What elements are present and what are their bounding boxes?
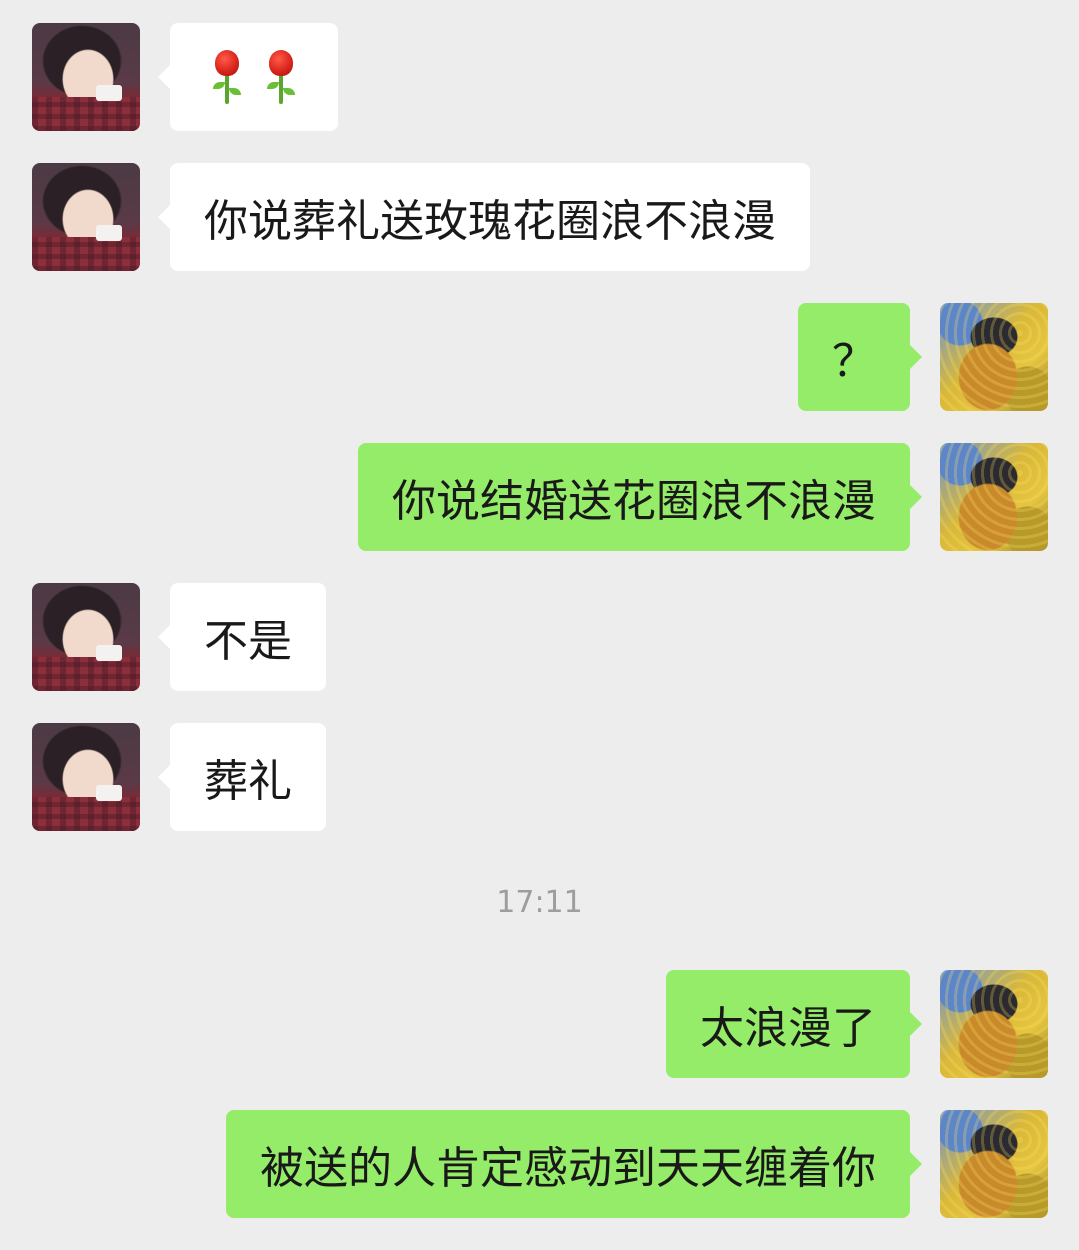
message-row-outgoing: 被送的人肯定感动到天天缠着你	[0, 1110, 1079, 1218]
contact-avatar[interactable]	[32, 163, 140, 271]
contact-avatar[interactable]	[32, 23, 140, 131]
user-avatar[interactable]	[940, 303, 1048, 411]
user-avatar[interactable]	[940, 443, 1048, 551]
message-row-incoming: 不是	[0, 583, 1079, 691]
user-avatar[interactable]	[940, 1110, 1048, 1218]
message-row-incoming: 你说葬礼送玫瑰花圈浪不浪漫	[0, 163, 1079, 271]
message-bubble[interactable]: 你说葬礼送玫瑰花圈浪不浪漫	[158, 163, 810, 271]
message-bubble[interactable]: ？	[798, 303, 922, 411]
message-text: 你说葬礼送玫瑰花圈浪不浪漫	[204, 196, 776, 247]
rose-emoji-icon	[210, 50, 244, 104]
message-text: ？	[832, 336, 876, 387]
message-bubble-emoji[interactable]	[158, 23, 338, 131]
message-text: 被送的人肯定感动到天天缠着你	[260, 1143, 876, 1194]
message-row-incoming	[0, 23, 1079, 131]
message-text: 不是	[204, 616, 292, 667]
message-row-outgoing: 太浪漫了	[0, 970, 1079, 1078]
message-bubble[interactable]: 被送的人肯定感动到天天缠着你	[226, 1110, 922, 1218]
message-bubble[interactable]: 不是	[158, 583, 326, 691]
contact-avatar[interactable]	[32, 583, 140, 691]
message-text: 太浪漫了	[700, 1003, 876, 1054]
message-row-outgoing: ？	[0, 303, 1079, 411]
message-timestamp: 17:11	[496, 885, 583, 920]
contact-avatar[interactable]	[32, 723, 140, 831]
message-row-outgoing: 你说结婚送花圈浪不浪漫	[0, 443, 1079, 551]
message-row-incoming: 葬礼	[0, 723, 1079, 831]
user-avatar[interactable]	[940, 970, 1048, 1078]
rose-emoji-icon	[264, 50, 298, 104]
message-text: 葬礼	[204, 756, 292, 807]
message-bubble[interactable]: 太浪漫了	[666, 970, 922, 1078]
message-text: 你说结婚送花圈浪不浪漫	[392, 476, 876, 527]
message-bubble[interactable]: 葬礼	[158, 723, 326, 831]
message-bubble[interactable]: 你说结婚送花圈浪不浪漫	[358, 443, 922, 551]
